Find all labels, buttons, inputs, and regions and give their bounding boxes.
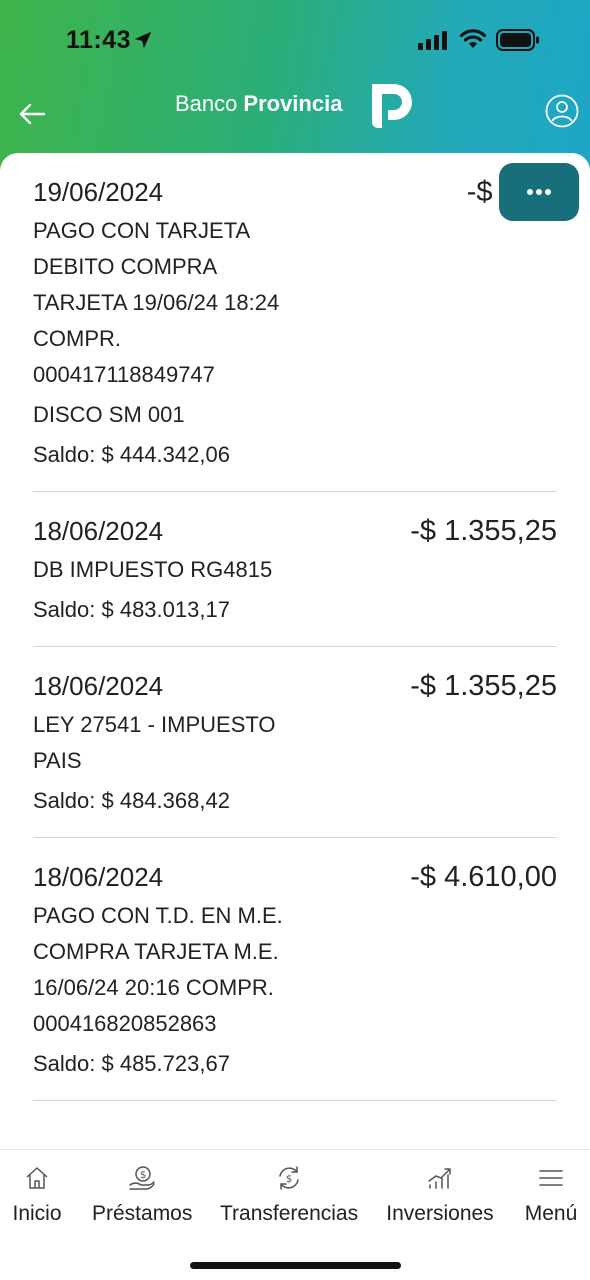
transaction-description: DB IMPUESTO RG4815 xyxy=(33,557,273,582)
ellipsis-icon xyxy=(527,189,551,195)
transaction-amount: -$ 1.355,25 xyxy=(410,515,557,547)
brand-name-light: Banco xyxy=(175,91,238,116)
nav-item-inicio[interactable]: Inicio xyxy=(8,1164,66,1226)
nav-item-transferencias[interactable]: $ Transferencias xyxy=(220,1164,358,1226)
brand-name-bold: Provincia xyxy=(243,91,343,116)
transaction-amount: -$ 4.610,00 xyxy=(410,861,557,893)
loan-icon: $ xyxy=(129,1166,155,1190)
transaction-item[interactable]: 18/06/2024 -$ 4.610,00 PAGO CON T.D. EN … xyxy=(33,838,557,1101)
bottom-navigation: Inicio $ Préstamos $ Transferencias Inve… xyxy=(0,1149,590,1280)
transaction-item[interactable]: 19/06/2024 -$ 38.6 PAGO CON TARJETA DEBI… xyxy=(33,153,557,492)
nav-label: Inicio xyxy=(12,1202,62,1225)
nav-label: Préstamos xyxy=(92,1202,193,1225)
nav-item-inversiones[interactable]: Inversiones xyxy=(386,1164,494,1226)
transaction-item[interactable]: 18/06/2024 -$ 1.355,25 LEY 27541 - IMPUE… xyxy=(33,647,557,838)
transaction-description: PAGO CON TARJETA DEBITO COMPRA TARJETA 1… xyxy=(33,218,280,387)
transaction-balance: Saldo: $ 485.723,67 xyxy=(33,1051,230,1076)
brand-name: Banco Provincia xyxy=(175,88,342,120)
nav-label: Inversiones xyxy=(386,1202,494,1225)
transaction-amount: -$ 1.355,25 xyxy=(410,670,557,702)
transaction-merchant: DISCO SM 001 xyxy=(33,402,185,427)
transfer-icon: $ xyxy=(279,1166,299,1190)
transaction-balance: Saldo: $ 483.013,17 xyxy=(33,597,230,622)
nav-label: Menú xyxy=(524,1202,578,1225)
transaction-description: PAGO CON T.D. EN M.E. COMPRA TARJETA M.E… xyxy=(33,903,283,1036)
home-indicator[interactable] xyxy=(190,1262,401,1269)
investments-icon xyxy=(428,1168,451,1189)
banco-provincia-logo-icon xyxy=(372,84,412,128)
status-time: 11:43 xyxy=(66,26,132,54)
back-arrow-icon[interactable] xyxy=(16,98,48,130)
transaction-balance: Saldo: $ 444.342,06 xyxy=(33,442,230,467)
svg-text:$: $ xyxy=(140,1170,146,1181)
transaction-balance: Saldo: $ 484.368,42 xyxy=(33,788,230,813)
transactions-list: 19/06/2024 -$ 38.6 PAGO CON TARJETA DEBI… xyxy=(0,153,590,1149)
cellular-signal-icon xyxy=(418,31,447,50)
wifi-icon xyxy=(459,29,487,48)
battery-icon xyxy=(496,29,539,51)
user-profile-icon[interactable] xyxy=(545,94,579,128)
status-bar: 11:43 xyxy=(0,22,590,62)
location-arrow-icon xyxy=(134,31,152,49)
nav-item-menu[interactable]: Menú xyxy=(522,1164,580,1226)
nav-label: Transferencias xyxy=(220,1202,359,1225)
nav-item-prestamos[interactable]: $ Préstamos xyxy=(92,1164,192,1226)
svg-text:$: $ xyxy=(286,1174,292,1185)
transaction-description: LEY 27541 - IMPUESTO PAIS xyxy=(33,712,276,773)
transaction-item[interactable]: 18/06/2024 -$ 1.355,25 DB IMPUESTO RG481… xyxy=(33,492,557,647)
more-options-button[interactable] xyxy=(499,163,579,221)
menu-icon xyxy=(539,1170,563,1186)
home-icon xyxy=(26,1167,48,1189)
